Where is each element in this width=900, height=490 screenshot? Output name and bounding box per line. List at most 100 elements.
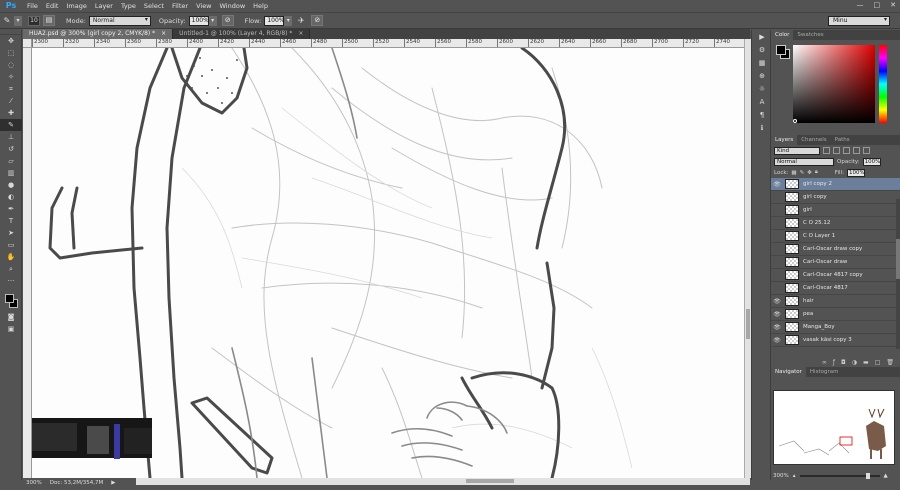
eyedropper-tool-icon[interactable]: ⁄ [0, 95, 22, 107]
brush-tool-preset-icon[interactable]: ✎ [0, 15, 14, 27]
menu-filter[interactable]: Filter [168, 2, 192, 10]
healing-brush-tool-icon[interactable]: ✚ [0, 107, 22, 119]
clone-stamp-tool-icon[interactable]: ⊥ [0, 131, 22, 143]
opacity-field[interactable]: 100% [188, 15, 209, 26]
pen-tool-icon[interactable]: ✒ [0, 203, 22, 215]
history-brush-tool-icon[interactable]: ↺ [0, 143, 22, 155]
tab-color[interactable]: Color [771, 30, 794, 40]
layer-row[interactable]: 👁︎ Carl-Oscar draw copy [771, 243, 900, 256]
layer-thumbnail[interactable] [785, 192, 799, 202]
filter-shape-icon[interactable] [853, 147, 860, 154]
screen-mode-icon[interactable]: ▣ [0, 323, 22, 335]
close-tab-icon[interactable]: × [161, 29, 166, 39]
lock-position-icon[interactable]: ✥ [807, 170, 812, 176]
menu-help[interactable]: Help [249, 2, 272, 10]
layer-thumbnail[interactable] [785, 270, 799, 280]
layer-opacity-field[interactable]: 100% [862, 157, 881, 166]
opacity-dropdown[interactable]: ▾ [208, 15, 217, 26]
layer-thumbnail[interactable] [785, 231, 799, 241]
layer-row[interactable]: 👁︎ girl copy 2 [771, 178, 900, 191]
color-swatches[interactable] [0, 291, 22, 311]
crop-tool-icon[interactable]: ⌗ [0, 83, 22, 95]
layer-name[interactable]: vasak käsi copy 3 [803, 337, 852, 343]
dodge-tool-icon[interactable]: ◐ [0, 191, 22, 203]
layer-name[interactable]: C O 25.12 [803, 220, 830, 226]
tab-paths[interactable]: Paths [831, 135, 854, 145]
blend-mode-select[interactable]: Normal [774, 157, 834, 166]
layer-row[interactable]: 👁︎ Carl-Oscar 4817 [771, 282, 900, 295]
layer-name[interactable]: girl copy [803, 194, 827, 200]
tab-channels[interactable]: Channels [797, 135, 830, 145]
flow-field[interactable]: 100% [264, 15, 284, 26]
tab-document-untitled[interactable]: Untitled-1 @ 100% (Layer 4, RGB/8) * × [173, 29, 311, 39]
layer-thumbnail[interactable] [785, 283, 799, 293]
layer-visibility-eye-icon[interactable]: 👁︎ [771, 259, 783, 266]
new-layer-icon[interactable]: □ [875, 359, 881, 366]
layer-row[interactable]: 👁︎ Carl-Oscar 4817 copy [771, 269, 900, 282]
tab-document-hua2[interactable]: HUA2.psd @ 300% (girl copy 2, CMYK/8) * … [23, 29, 174, 39]
layer-fill-field[interactable]: 100% [846, 168, 865, 177]
layer-visibility-eye-icon[interactable]: 👁︎ [771, 337, 783, 344]
layer-visibility-eye-icon[interactable]: 👁︎ [771, 181, 783, 188]
tab-navigator[interactable]: Navigator [771, 367, 806, 377]
maximize-icon[interactable]: □ [874, 1, 881, 9]
hue-slider[interactable] [879, 45, 887, 123]
gradient-tool-icon[interactable]: ▥ [0, 167, 22, 179]
layer-thumbnail[interactable] [785, 322, 799, 332]
zoom-in-icon[interactable]: ▲ [884, 473, 888, 479]
lasso-tool-icon[interactable]: ◌ [0, 59, 22, 71]
layer-name[interactable]: girl [803, 207, 812, 213]
delete-layer-icon[interactable]: 🗑︎ [886, 359, 894, 366]
brush-panel-toggle-icon[interactable]: ▤ [43, 15, 55, 26]
zoom-level[interactable]: 300% [26, 480, 42, 486]
close-tab-icon[interactable]: × [298, 29, 303, 39]
horizontal-ruler[interactable]: 2300 2320 2340 2360 2380 2400 2420 2440 2460 2480… [32, 39, 744, 48]
eraser-tool-icon[interactable]: ▱ [0, 155, 22, 167]
layer-visibility-eye-icon[interactable]: 👁︎ [771, 285, 783, 292]
layer-thumbnail[interactable] [785, 257, 799, 267]
close-icon[interactable]: ✕ [890, 1, 896, 9]
layer-visibility-eye-icon[interactable]: 👁︎ [771, 272, 783, 279]
filter-pixel-icon[interactable] [823, 147, 830, 154]
navigator-zoom-value[interactable]: 300% [773, 473, 789, 479]
mode-select[interactable]: Normal [88, 15, 151, 26]
pressure-opacity-icon[interactable]: ⊘ [221, 15, 234, 26]
tool-preset-dropdown[interactable]: ▾ [14, 15, 22, 26]
brush-presets-icon[interactable]: ⚙ [752, 43, 772, 56]
layer-thumbnail[interactable] [785, 309, 799, 319]
tab-histogram[interactable]: Histogram [806, 367, 843, 377]
navigator-preview[interactable] [773, 390, 895, 465]
zoom-tool-icon[interactable]: ⌕ [0, 263, 22, 275]
saturation-brightness-picker[interactable] [793, 45, 875, 123]
foreground-color-swatch[interactable] [5, 294, 14, 303]
status-menu-arrow-icon[interactable]: ▶ [111, 480, 115, 486]
link-layers-icon[interactable]: ∞ [822, 359, 827, 366]
layer-name[interactable]: hair [803, 298, 814, 304]
doc-size-info[interactable]: Doc: 53,2M/354,7M [50, 480, 104, 486]
layer-row[interactable]: 👁︎ vasak käsi copy 3 [771, 334, 900, 347]
menu-file[interactable]: File [23, 2, 42, 10]
filter-adjustment-icon[interactable] [833, 147, 840, 154]
filter-type-icon[interactable] [843, 147, 850, 154]
layer-visibility-eye-icon[interactable]: 👁︎ [771, 324, 783, 331]
info-icon[interactable]: ℹ [752, 121, 772, 134]
color-picker-marker[interactable] [793, 119, 797, 123]
layer-row[interactable]: 👁︎ girl copy [771, 191, 900, 204]
pressure-size-icon[interactable]: ⊘ [311, 15, 324, 26]
filter-kind-select[interactable]: Kind [774, 146, 820, 155]
paragraph-icon[interactable]: ¶ [752, 108, 772, 121]
type-tool-icon[interactable]: T [0, 215, 22, 227]
new-group-icon[interactable]: ▬ [863, 359, 869, 366]
brush-size-field[interactable]: 10 [28, 15, 40, 26]
path-selection-tool-icon[interactable]: ➤ [0, 227, 22, 239]
menu-layer[interactable]: Layer [91, 2, 117, 10]
layer-name[interactable]: Carl-Oscar draw copy [803, 246, 862, 252]
ruler-origin[interactable] [23, 39, 32, 48]
lock-all-icon[interactable]: 🔒︎ [815, 169, 818, 176]
layer-name[interactable]: Carl-Oscar 4817 [803, 285, 848, 291]
filter-smart-object-icon[interactable] [863, 147, 870, 154]
scroll-thumb[interactable] [746, 309, 750, 339]
menu-image[interactable]: Image [62, 2, 90, 10]
add-mask-icon[interactable]: ◘ [841, 359, 846, 366]
hand-tool-icon[interactable]: ✋ [0, 251, 22, 263]
